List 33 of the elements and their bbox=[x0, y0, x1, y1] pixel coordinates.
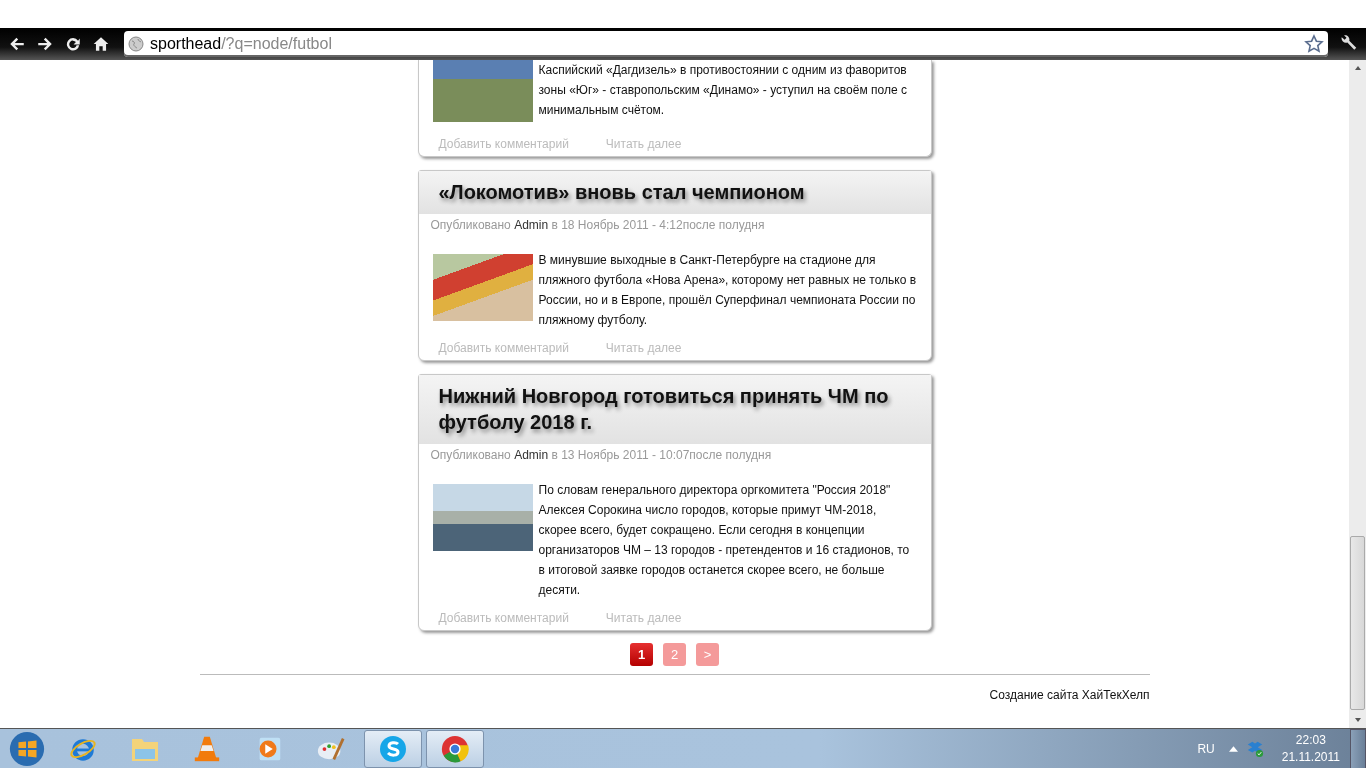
forward-icon[interactable] bbox=[36, 35, 54, 53]
article-text: По словам генерального директора оргкомитета "Россия 2018" Алексея Сорокина число городов, которые примут ЧМ-2018, скорее всего, будет сокращено. Если сегодня в концепции организаторов ЧМ – 13 городов - претендентов и 16 стадионов, то в итоговой заявке городов останется скорее всего, не больше десяти. bbox=[538, 482, 911, 599]
page-link[interactable]: 2 bbox=[663, 643, 686, 666]
caret-icon[interactable] bbox=[1228, 745, 1238, 752]
article-text: В минувшие выходные в Санкт-Петербурге на стадионе для пляжного футбола «Нова Арена», которому нет равных не только в России, но и в Европе, прошёл Суперфинал чемпионата России по пляжному футболу. bbox=[538, 252, 917, 329]
article-link[interactable]: Читать далее bbox=[605, 610, 682, 626]
url-text: sporthead/?q=node/futbol bbox=[150, 35, 333, 53]
article-link[interactable]: Добавить комментарий bbox=[438, 136, 569, 152]
article-link[interactable]: Добавить комментарий bbox=[438, 610, 569, 626]
language-indicator[interactable]: RU bbox=[1197, 741, 1215, 756]
box-check-icon[interactable] bbox=[1245, 739, 1264, 758]
scrollbar[interactable] bbox=[1349, 60, 1366, 728]
reload-icon[interactable] bbox=[64, 35, 82, 53]
article-meta: Опубликовано Admin в 18 Ноябрь 2011 - 4:12после полудня bbox=[429, 217, 766, 234]
page-link[interactable]: 1 bbox=[630, 643, 653, 666]
globe-icon bbox=[128, 36, 144, 52]
article-meta: Опубликовано Admin в 13 Ноябрь 2011 - 10:07после полудня bbox=[429, 447, 773, 464]
footer-credit: Создание сайта ХайТекХелп bbox=[989, 688, 1150, 702]
taskbar-app[interactable] bbox=[426, 729, 484, 768]
star-icon[interactable] bbox=[1304, 34, 1324, 54]
back-icon[interactable] bbox=[8, 35, 26, 53]
article-link[interactable]: Добавить комментарий bbox=[438, 340, 569, 356]
article-link[interactable]: Читать далее bbox=[605, 340, 682, 356]
address-bar[interactable]: sporthead/?q=node/futbol bbox=[124, 31, 1328, 57]
home-icon[interactable] bbox=[92, 35, 110, 53]
clock-date: 21.11.2011 bbox=[1281, 748, 1340, 766]
taskbar-app[interactable] bbox=[364, 729, 422, 768]
show-desktop-button[interactable] bbox=[1350, 728, 1366, 768]
clock-time: 22:03 bbox=[1295, 731, 1326, 749]
circle-logo-icon bbox=[440, 733, 470, 764]
article-link[interactable]: Читать далее bbox=[605, 136, 682, 152]
page-link[interactable]: > bbox=[696, 643, 719, 666]
article-text: Каспийский «Дагдизель» в противостоянии с одним из фаворитов зоны «Юг» - ставропольским «Динамо» - уступил на своём поле с минимальным счётом. bbox=[538, 62, 908, 119]
